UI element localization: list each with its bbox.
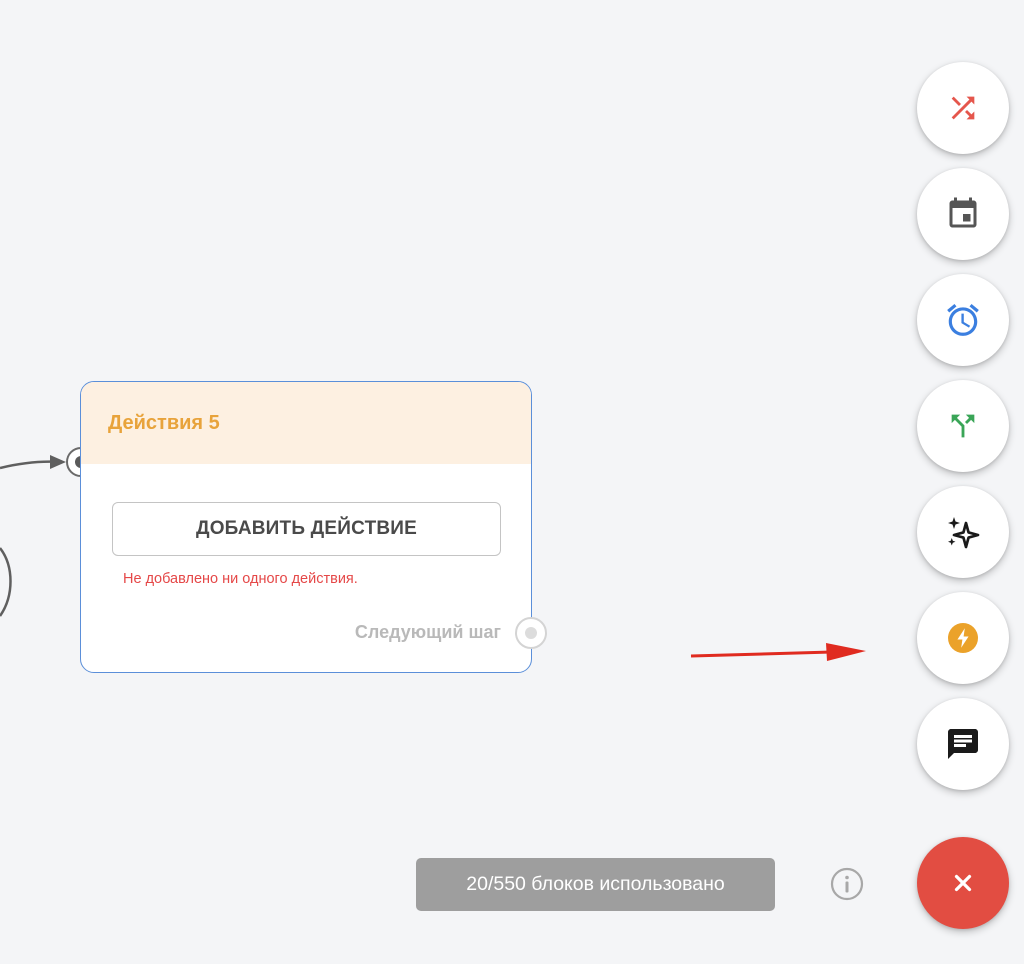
annotation-arrowhead (826, 643, 866, 661)
next-step-label: Следующий шаг (354, 622, 501, 642)
loop-connector (0, 547, 12, 617)
annotation-arrow (690, 650, 833, 658)
chat-message-icon (948, 729, 978, 759)
split-arrows-icon (951, 414, 975, 438)
alarm-clock-icon (947, 303, 979, 336)
node-header: Действия 5 (81, 382, 531, 464)
shuffle-icon (951, 96, 975, 120)
lightning-icon (948, 623, 978, 653)
ai-block-button[interactable] (917, 486, 1009, 578)
info-icon (830, 867, 864, 901)
close-icon (954, 874, 972, 892)
sparkles-icon (948, 517, 980, 549)
next-step-port[interactable] (515, 617, 547, 649)
delay-block-button[interactable] (917, 274, 1009, 366)
date-block-button[interactable] (917, 168, 1009, 260)
next-step-port-dot (525, 627, 537, 639)
info-button[interactable] (830, 867, 864, 901)
node-title: Действия 5 (108, 411, 220, 434)
action-node[interactable]: Действия 5 ДОБАВИТЬ ДЕЙСТВИЕ Не добавлен… (80, 381, 532, 673)
blocks-usage-badge: 20/550 блоков использовано (416, 858, 775, 911)
no-actions-error: Не добавлено ни одного действия. (123, 571, 358, 587)
add-action-button[interactable]: ДОБАВИТЬ ДЕЙСТВИЕ (112, 502, 501, 556)
condition-block-button[interactable] (917, 380, 1009, 472)
actions-block-button[interactable] (917, 592, 1009, 684)
calendar-icon (949, 197, 977, 228)
randomizer-block-button[interactable] (917, 62, 1009, 154)
message-block-button[interactable] (917, 698, 1009, 790)
incoming-connector-arrowhead (50, 455, 66, 469)
close-menu-button[interactable] (917, 837, 1009, 929)
